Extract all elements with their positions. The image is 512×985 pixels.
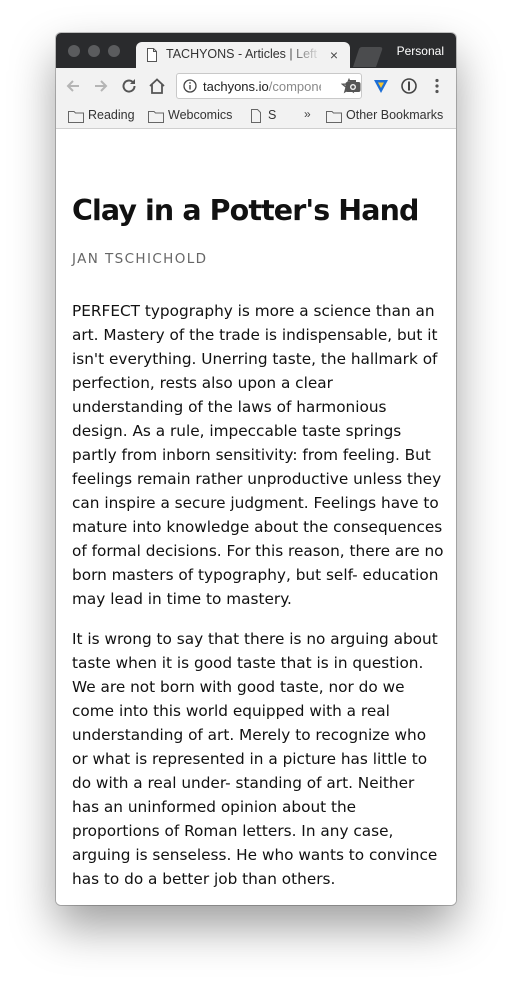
page-icon: [147, 48, 157, 62]
zoom-window-button[interactable]: [108, 45, 120, 57]
info-icon[interactable]: [183, 79, 197, 93]
url-text[interactable]: tachyons.io/components/article/left-alig…: [203, 79, 321, 94]
address-bar[interactable]: tachyons.io/components/article/left-alig…: [176, 73, 362, 99]
minimize-window-button[interactable]: [88, 45, 100, 57]
tab-close-icon[interactable]: ×: [326, 47, 342, 63]
folder-icon: [326, 111, 342, 123]
new-tab-button[interactable]: [352, 47, 386, 67]
back-arrow-icon[interactable]: [64, 77, 82, 95]
profile-label[interactable]: Personal: [397, 44, 444, 58]
reload-icon[interactable]: [120, 77, 138, 95]
browser-window: TACHYONS - Articles | Left Aligned Title…: [56, 33, 456, 905]
page-content: Clay in a Potter's Hand Jan Tschichold P…: [56, 129, 456, 905]
shield-extension-icon[interactable]: [372, 77, 390, 95]
article-author: Jan Tschichold: [72, 251, 208, 267]
active-tab[interactable]: TACHYONS - Articles | Left Aligned Title…: [136, 42, 350, 68]
home-icon[interactable]: [148, 77, 166, 95]
folder-icon: [148, 111, 164, 123]
article-paragraph: PERFECT typography is more a science tha…: [72, 302, 444, 608]
file-icon: [251, 109, 261, 123]
title-bar: TACHYONS - Articles | Left Aligned Title…: [56, 33, 456, 68]
bookmarks-bar: Reading Webcomics S » Other Bookmarks: [56, 104, 456, 129]
toolbar: tachyons.io/components/article/left-alig…: [56, 68, 456, 104]
camera-extension-icon[interactable]: [344, 77, 362, 95]
bookmarks-overflow-chevron[interactable]: »: [304, 107, 311, 121]
article-paragraph: It is wrong to say that there is no argu…: [72, 630, 438, 888]
password-extension-icon[interactable]: [400, 77, 418, 95]
close-window-button[interactable]: [68, 45, 80, 57]
menu-icon[interactable]: [428, 77, 446, 95]
article-title: Clay in a Potter's Hand: [72, 194, 419, 227]
folder-icon: [68, 111, 84, 123]
forward-arrow-icon[interactable]: [92, 77, 110, 95]
